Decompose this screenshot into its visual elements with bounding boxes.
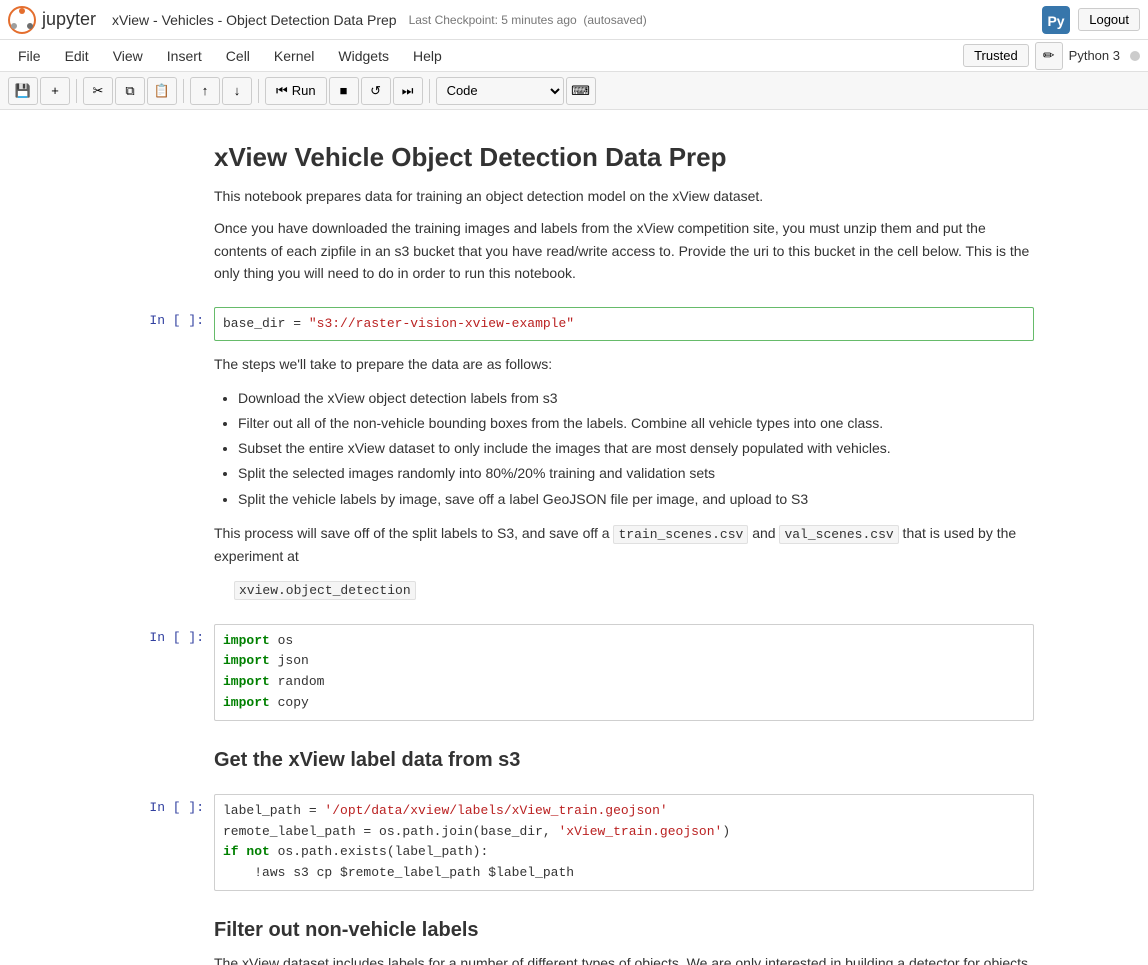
cell3-line-3: if not os.path.exists(label_path): bbox=[223, 842, 1025, 863]
import-line-3: import random bbox=[223, 672, 1025, 693]
cell-type-select[interactable]: Code Markdown Raw NBConvert Heading bbox=[436, 77, 564, 105]
import-line-1: import os bbox=[223, 631, 1025, 652]
move-down-button[interactable]: ↓ bbox=[222, 77, 252, 105]
steps-intro: The steps we'll take to prepare the data… bbox=[214, 353, 1034, 375]
jupyter-logo-icon bbox=[8, 6, 36, 34]
trusted-button[interactable]: Trusted bbox=[963, 44, 1029, 67]
menu-view[interactable]: View bbox=[103, 45, 153, 67]
trust-area: Trusted ✏ Python 3 bbox=[963, 42, 1140, 70]
toolbar: 💾 + ✂ ⧉ 📋 ↑ ↓ ⏮ Run ■ ↺ ⏭ Code Markdown … bbox=[0, 72, 1148, 110]
process-paragraph: This process will save off of the split … bbox=[214, 522, 1034, 568]
notebook: xView Vehicle Object Detection Data Prep… bbox=[0, 110, 1148, 965]
svg-text:Py: Py bbox=[1048, 13, 1065, 29]
intro-paragraph-2: Once you have downloaded the training im… bbox=[214, 217, 1034, 284]
toolbar-separator-3 bbox=[258, 79, 259, 103]
pencil-button[interactable]: ✏ bbox=[1035, 42, 1063, 70]
run-icon: ⏮ bbox=[276, 83, 288, 99]
menubar: File Edit View Insert Cell Kernel Widget… bbox=[0, 40, 1148, 72]
steps-cell: The steps we'll take to prepare the data… bbox=[214, 351, 1034, 613]
section-3-cell: Filter out non-vehicle labels The xView … bbox=[214, 901, 1034, 965]
code-cell-3-wrapper: In [ ]: label_path = '/opt/data/xview/la… bbox=[114, 794, 1034, 891]
code-cell-1[interactable]: base_dir = "s3://raster-vision-xview-exa… bbox=[214, 307, 1034, 342]
process-code-3: xview.object_detection bbox=[234, 581, 416, 600]
code-cell-1-wrapper: In [ ]: base_dir = "s3://raster-vision-x… bbox=[114, 307, 1034, 342]
step-2: Filter out all of the non-vehicle boundi… bbox=[238, 411, 1034, 436]
checkpoint-info: Last Checkpoint: 5 minutes ago (autosave… bbox=[409, 13, 647, 27]
menu-kernel[interactable]: Kernel bbox=[264, 45, 324, 67]
title-cell: xView Vehicle Object Detection Data Prep… bbox=[214, 140, 1034, 297]
menu-help[interactable]: Help bbox=[403, 45, 452, 67]
process-code-1: train_scenes.csv bbox=[613, 525, 748, 544]
menu-widgets[interactable]: Widgets bbox=[328, 45, 399, 67]
app-name: jupyter bbox=[42, 9, 96, 30]
save-button[interactable]: 💾 bbox=[8, 77, 38, 105]
code-cell-2-wrapper: In [ ]: import os import json import ran… bbox=[114, 624, 1034, 721]
restart-button[interactable]: ↺ bbox=[361, 77, 391, 105]
import-line-2: import json bbox=[223, 651, 1025, 672]
cut-cell-button[interactable]: ✂ bbox=[83, 77, 113, 105]
restart-run-button[interactable]: ⏭ bbox=[393, 77, 423, 105]
paste-cell-button[interactable]: 📋 bbox=[147, 77, 177, 105]
code-var-base_dir: base_dir bbox=[223, 316, 285, 331]
interrupt-button[interactable]: ■ bbox=[329, 77, 359, 105]
menu-file[interactable]: File bbox=[8, 45, 51, 67]
step-1: Download the xView object detection labe… bbox=[238, 386, 1034, 411]
process-code-2: val_scenes.csv bbox=[779, 525, 898, 544]
toolbar-separator-4 bbox=[429, 79, 430, 103]
step-4: Split the selected images randomly into … bbox=[238, 461, 1034, 486]
keyboard-shortcuts-button[interactable]: ⌨ bbox=[566, 77, 596, 105]
toolbar-separator-2 bbox=[183, 79, 184, 103]
notebook-main-title: xView Vehicle Object Detection Data Prep bbox=[214, 142, 1034, 173]
code-cell-2[interactable]: import os import json import random impo… bbox=[214, 624, 1034, 721]
intro-paragraph-1: This notebook prepares data for training… bbox=[214, 185, 1034, 207]
notebook-title: xView - Vehicles - Object Detection Data… bbox=[112, 12, 397, 28]
kernel-status-dot bbox=[1130, 51, 1140, 61]
section-3-paragraph: The xView dataset includes labels for a … bbox=[214, 952, 1034, 965]
copy-cell-button[interactable]: ⧉ bbox=[115, 77, 145, 105]
cell3-line-4: !aws s3 cp $remote_label_path $label_pat… bbox=[223, 863, 1025, 884]
add-cell-button[interactable]: + bbox=[40, 77, 70, 105]
process-code-3-block: xview.object_detection bbox=[234, 578, 1034, 602]
steps-list: Download the xView object detection labe… bbox=[214, 386, 1034, 512]
code-str-1: "s3://raster-vision-xview-example" bbox=[309, 316, 574, 331]
step-3: Subset the entire xView dataset to only … bbox=[238, 436, 1034, 461]
step-5: Split the vehicle labels by image, save … bbox=[238, 487, 1034, 512]
run-button[interactable]: ⏮ Run bbox=[265, 77, 327, 105]
cell-1-prompt: In [ ]: bbox=[114, 307, 214, 328]
section-2-cell: Get the xView label data from s3 bbox=[214, 731, 1034, 784]
cell3-line-2: remote_label_path = os.path.join(base_di… bbox=[223, 822, 1025, 843]
move-up-button[interactable]: ↑ bbox=[190, 77, 220, 105]
kernel-info: Python 3 bbox=[1069, 48, 1120, 63]
menu-edit[interactable]: Edit bbox=[55, 45, 99, 67]
jupyter-logo: jupyter bbox=[8, 6, 96, 34]
run-label: Run bbox=[292, 83, 316, 98]
cell-2-prompt: In [ ]: bbox=[114, 624, 214, 645]
cell3-line-1: label_path = '/opt/data/xview/labels/xVi… bbox=[223, 801, 1025, 822]
section-3-title: Filter out non-vehicle labels bbox=[214, 919, 1034, 942]
topbar-right: Py Logout bbox=[1042, 6, 1140, 34]
code-cell-3[interactable]: label_path = '/opt/data/xview/labels/xVi… bbox=[214, 794, 1034, 891]
section-2-title: Get the xView label data from s3 bbox=[214, 749, 1034, 772]
toolbar-separator-1 bbox=[76, 79, 77, 103]
cell-3-prompt: In [ ]: bbox=[114, 794, 214, 815]
menu-insert[interactable]: Insert bbox=[157, 45, 212, 67]
menu-cell[interactable]: Cell bbox=[216, 45, 260, 67]
import-line-4: import copy bbox=[223, 693, 1025, 714]
logout-button[interactable]: Logout bbox=[1078, 8, 1140, 31]
topbar: jupyter xView - Vehicles - Object Detect… bbox=[0, 0, 1148, 40]
python-logo-icon: Py bbox=[1042, 6, 1070, 34]
notebook-inner: xView Vehicle Object Detection Data Prep… bbox=[84, 140, 1064, 965]
